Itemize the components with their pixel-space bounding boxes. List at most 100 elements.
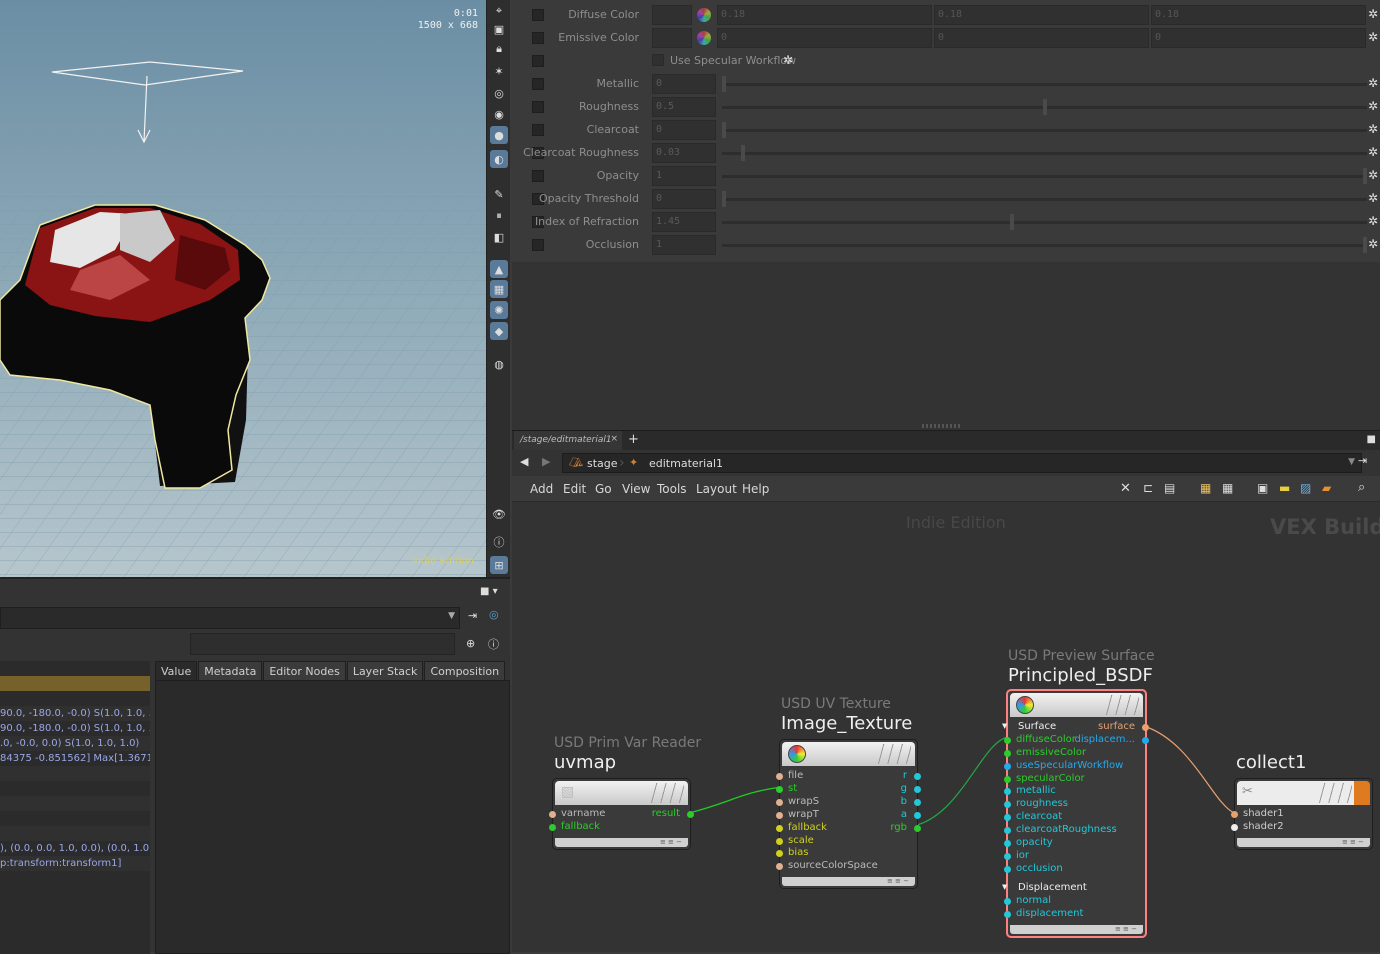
forward-arrow-icon[interactable]: ▶ xyxy=(542,455,550,468)
gear-icon[interactable]: ✲ xyxy=(1368,122,1378,136)
gear-icon[interactable]: ✲ xyxy=(1368,214,1378,228)
prim-path-field[interactable]: ▼ xyxy=(0,607,460,629)
tab-layer-stack[interactable]: Layer Stack xyxy=(346,661,424,681)
breadcrumb-stage[interactable]: stage xyxy=(587,457,618,470)
node-header[interactable]: ✂ xyxy=(1237,781,1370,805)
port-clearcoat-dot[interactable] xyxy=(1004,814,1011,822)
grid-icon[interactable]: ▦ xyxy=(1200,481,1211,495)
guides-icon[interactable]: ◆ xyxy=(490,322,508,340)
headlight-icon[interactable]: ◎ xyxy=(490,84,508,102)
diffuse-enable-checkbox[interactable] xyxy=(532,9,544,21)
info-icon[interactable]: ⓘ xyxy=(490,533,508,551)
filter-input[interactable] xyxy=(190,633,455,655)
menu-edit[interactable]: Edit xyxy=(563,482,586,496)
port-rgb-dot[interactable] xyxy=(914,824,921,832)
camera-icon[interactable]: ✶ xyxy=(490,62,508,80)
param-value-field[interactable]: 0 xyxy=(652,74,716,94)
network-grid-icon[interactable]: ▦ xyxy=(1222,481,1233,495)
layers-icon[interactable]: ◧ xyxy=(490,228,508,246)
param-value-field[interactable]: 0.03 xyxy=(652,143,716,163)
emissive-g-field[interactable]: 0 xyxy=(934,28,1149,48)
wrench-icon[interactable]: ✕ xyxy=(1120,481,1131,496)
chevron-down-icon[interactable]: ▼ xyxy=(448,611,455,621)
node-image-texture[interactable]: file st wrapS wrapT fallback scale bias sourceC… xyxy=(776,739,921,889)
section-displacement[interactable]: Displacement xyxy=(1018,882,1087,893)
menu-add[interactable]: Add xyxy=(530,482,553,496)
list-item[interactable] xyxy=(0,766,150,781)
param-enable-checkbox[interactable] xyxy=(532,239,544,251)
light-mode-icon[interactable]: ● xyxy=(490,126,508,144)
gear-icon[interactable]: ✲ xyxy=(1368,7,1378,21)
tab-editmaterial[interactable]: /stage/editmaterial1 × xyxy=(514,431,622,451)
tab-value[interactable]: Value xyxy=(155,661,198,681)
slider-handle[interactable] xyxy=(1042,99,1047,115)
emissive-r-field[interactable]: 0 xyxy=(717,28,932,48)
port-st-dot[interactable] xyxy=(776,785,783,793)
diffuse-b-field[interactable]: 0.18 xyxy=(1151,5,1366,25)
port-ior-dot[interactable] xyxy=(1004,852,1011,860)
param-slider[interactable] xyxy=(722,122,1367,138)
param-slider[interactable] xyxy=(722,99,1367,115)
param-value-field[interactable]: 0.5 xyxy=(652,97,716,117)
list-item[interactable] xyxy=(0,826,150,841)
breadcrumb-editmaterial[interactable]: editmaterial1 xyxy=(649,457,723,470)
color-wheel-icon[interactable] xyxy=(697,31,711,45)
list-item[interactable]: p:transform:transform1] xyxy=(0,856,150,871)
collapse-triangle-icon[interactable]: ▼ xyxy=(1002,722,1007,730)
node-collect1[interactable]: ✂ shader1 shader2 ≡ ≡ − xyxy=(1231,778,1373,850)
slider-handle[interactable] xyxy=(1363,168,1367,184)
visibility-eye-icon[interactable]: 👁︎ xyxy=(490,505,508,523)
pin-icon[interactable]: ⇥ xyxy=(1358,454,1367,467)
slider-handle[interactable] xyxy=(722,191,726,207)
list-item[interactable] xyxy=(0,691,150,706)
light-bulb-icon[interactable]: ◉ xyxy=(490,105,508,123)
gear-icon[interactable]: ✲ xyxy=(1368,191,1378,205)
tree-icon[interactable]: ⊏ xyxy=(1143,481,1153,495)
snap-grid-icon[interactable]: ▦ xyxy=(490,280,508,298)
gear-icon[interactable]: ✲ xyxy=(1368,168,1378,182)
back-arrow-icon[interactable]: ◀ xyxy=(520,455,528,468)
link-icon[interactable]: ◎ xyxy=(489,608,499,621)
network-canvas[interactable]: Indie Edition VEX Builder USD Prim Var R… xyxy=(512,502,1380,952)
tab-metadata[interactable]: Metadata xyxy=(198,661,263,681)
node-principled-bsdf[interactable]: Surface ▼ diffuseColor emissiveColor useSpec… xyxy=(1002,689,1149,938)
image-icon[interactable]: ▨ xyxy=(1300,481,1311,495)
quad-view-icon[interactable]: ⊞ xyxy=(490,556,508,574)
port-a-dot[interactable] xyxy=(914,811,921,819)
slider-handle[interactable] xyxy=(741,145,746,161)
list-item[interactable]: .0, -0.0, 0.0) S(1.0, 1.0, 1.0) xyxy=(0,736,150,751)
collapse-triangle-icon[interactable]: ▼ xyxy=(1002,883,1007,891)
port-wrapT-dot[interactable] xyxy=(776,811,783,819)
background-icon[interactable]: ◍ xyxy=(490,355,508,373)
param-slider[interactable] xyxy=(722,76,1367,92)
slider-handle[interactable] xyxy=(722,76,726,92)
slider-handle[interactable] xyxy=(722,122,726,138)
port-shader2-dot[interactable] xyxy=(1231,824,1238,831)
color-wheel-icon[interactable] xyxy=(697,8,711,22)
diffuse-r-field[interactable]: 0.18 xyxy=(717,5,932,25)
add-tab-icon[interactable]: + xyxy=(628,432,639,447)
chevron-down-icon[interactable]: ▼ xyxy=(1348,457,1355,467)
port-fallback-dot[interactable] xyxy=(776,824,783,832)
shading-mode-icon[interactable]: ◐ xyxy=(490,150,508,168)
port-displacement-dot[interactable] xyxy=(1004,911,1011,918)
list-item[interactable]: 90.0, -180.0, -0.0) S(1.0, 1.0, ... xyxy=(0,706,150,721)
port-file-dot[interactable] xyxy=(776,773,783,780)
port-result-dot[interactable] xyxy=(687,811,694,818)
port-g-dot[interactable] xyxy=(914,785,921,793)
port-shader1-dot[interactable] xyxy=(1231,811,1238,818)
node-header[interactable] xyxy=(782,742,915,766)
lock-camera-icon[interactable]: 🔒︎ xyxy=(490,40,508,58)
network-box-icon[interactable]: ▰ xyxy=(1322,481,1331,495)
scene-graph-list[interactable]: 90.0, -180.0, -0.0) S(1.0, 1.0, ... 90.0,… xyxy=(0,661,150,954)
display-options-icon[interactable]: ⌖ xyxy=(490,2,508,20)
port-occlusion-dot[interactable] xyxy=(1004,865,1011,873)
param-slider[interactable] xyxy=(722,145,1367,161)
diffuse-swatch[interactable] xyxy=(652,5,692,25)
gear-icon[interactable]: ✲ xyxy=(783,53,793,67)
menu-tools[interactable]: Tools xyxy=(657,482,687,496)
list-item[interactable] xyxy=(0,676,150,691)
param-enable-checkbox[interactable] xyxy=(532,101,544,113)
wireframe-icon[interactable]: ✎ xyxy=(490,185,508,203)
port-bias-dot[interactable] xyxy=(776,850,783,858)
